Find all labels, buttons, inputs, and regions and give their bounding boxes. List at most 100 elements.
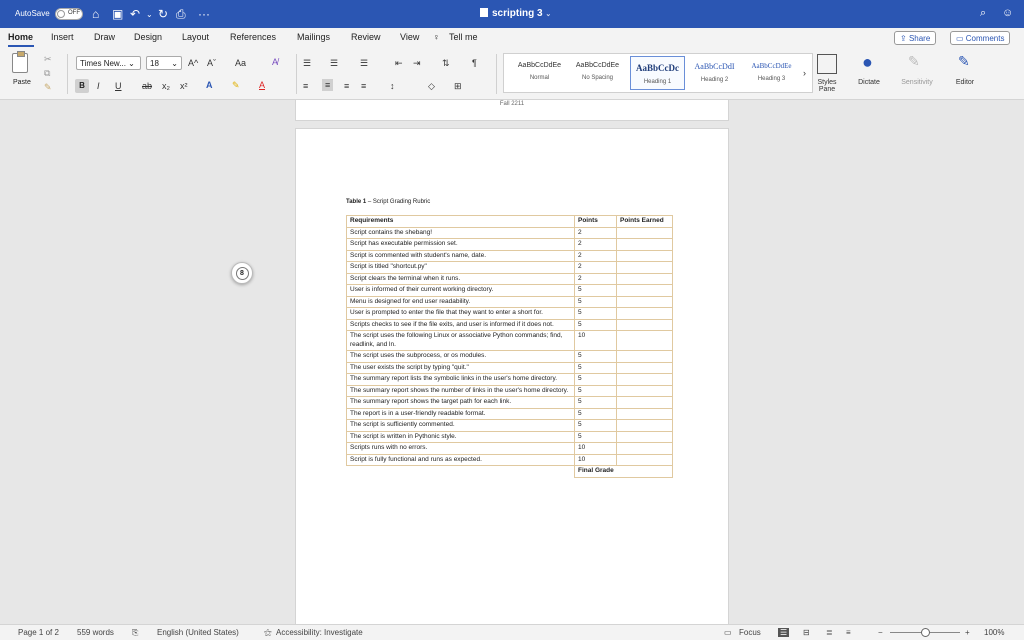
more-icon[interactable]: ··· — [198, 7, 210, 21]
points-cell[interactable]: 5 — [574, 307, 617, 320]
styles-pane-icon[interactable] — [817, 54, 837, 74]
style-no-spacing[interactable]: AaBbCcDdEe No Spacing — [570, 56, 625, 90]
points-earned-cell[interactable] — [616, 430, 673, 443]
points-earned-cell[interactable] — [616, 261, 673, 274]
requirement-cell[interactable]: Menu is designed for end user readabilit… — [346, 295, 575, 308]
points-cell[interactable]: 5 — [574, 419, 617, 432]
points-cell[interactable]: 10 — [574, 453, 617, 466]
subscript-button[interactable]: x₂ — [162, 81, 170, 91]
line-spacing-icon[interactable]: ↕ — [390, 81, 395, 91]
points-cell[interactable]: 5 — [574, 361, 617, 374]
print-layout-icon[interactable]: ☰ — [778, 628, 790, 637]
redo-icon[interactable]: ↻ — [158, 7, 168, 21]
points-earned-cell[interactable] — [616, 373, 673, 386]
comment-marker[interactable]: 8 — [231, 262, 253, 284]
requirement-cell[interactable]: Script is fully functional and runs as e… — [346, 453, 575, 466]
points-cell[interactable]: 10 — [574, 330, 617, 351]
tab-home[interactable]: Home — [8, 32, 33, 42]
requirement-cell[interactable]: Script clears the terminal when it runs. — [346, 272, 575, 285]
highlight-icon[interactable]: ✎ — [232, 80, 240, 91]
requirement-cell[interactable]: The script is written in Pythonic style. — [346, 430, 575, 443]
align-right-icon[interactable]: ≡ — [344, 81, 349, 91]
home-icon[interactable]: ⌂ — [92, 7, 99, 21]
requirement-cell[interactable]: User is informed of their current workin… — [346, 284, 575, 297]
tab-design[interactable]: Design — [134, 32, 162, 42]
points-earned-cell[interactable] — [616, 330, 673, 351]
points-earned-cell[interactable] — [616, 396, 673, 409]
page-count[interactable]: Page 1 of 2 — [18, 628, 59, 637]
zoom-in-button[interactable]: + — [965, 628, 970, 637]
account-icon[interactable]: ☺ — [1002, 7, 1013, 19]
points-earned-cell[interactable] — [616, 453, 673, 466]
undo-icon[interactable]: ↶ — [130, 7, 140, 21]
shrink-font-button[interactable]: Aˇ — [207, 58, 216, 68]
points-cell[interactable]: 5 — [574, 284, 617, 297]
numbering-icon[interactable]: ☰ — [330, 58, 338, 69]
requirement-cell[interactable]: Script is titled "shortcut.py" — [346, 261, 575, 274]
requirement-cell[interactable]: The user exists the script by typing "qu… — [346, 361, 575, 374]
word-count[interactable]: 559 words — [77, 628, 114, 637]
points-earned-cell[interactable] — [616, 407, 673, 420]
points-cell[interactable]: 5 — [574, 430, 617, 443]
format-painter-icon[interactable]: ✎ — [44, 82, 52, 93]
tab-draw[interactable]: Draw — [94, 32, 115, 42]
final-grade-label[interactable]: Final Grade — [574, 465, 673, 478]
font-color-icon[interactable]: A — [259, 80, 265, 90]
requirement-cell[interactable]: The summary report lists the symbolic li… — [346, 373, 575, 386]
points-cell[interactable]: 2 — [574, 261, 617, 274]
requirement-cell[interactable]: The script uses the subprocess, or os mo… — [346, 350, 575, 363]
style-heading-2[interactable]: AaBbCcDdI Heading 2 — [687, 56, 742, 90]
editor-icon[interactable]: ✎ — [958, 53, 970, 70]
increase-indent-icon[interactable]: ⇥ — [413, 58, 421, 69]
points-earned-cell[interactable] — [616, 272, 673, 285]
points-cell[interactable]: 5 — [574, 407, 617, 420]
share-button[interactable]: ⇪ Share — [894, 31, 937, 45]
points-cell[interactable]: 2 — [574, 238, 617, 251]
web-layout-icon[interactable]: ⊟ — [803, 628, 810, 637]
change-case-button[interactable]: Aa — [235, 58, 246, 68]
points-cell[interactable]: 5 — [574, 318, 617, 331]
language-indicator[interactable]: English (United States) — [157, 628, 239, 637]
editor-button[interactable]: Editor — [950, 79, 980, 86]
points-earned-cell[interactable] — [616, 249, 673, 262]
bullets-icon[interactable]: ☰ — [303, 58, 311, 69]
title-chevron-icon[interactable]: ⌄ — [545, 11, 551, 18]
focus-mode-button[interactable]: Focus — [739, 628, 761, 637]
strikethrough-button[interactable]: ab — [142, 81, 152, 91]
grow-font-button[interactable]: A^ — [188, 58, 198, 68]
points-cell[interactable]: 5 — [574, 373, 617, 386]
tell-me-icon[interactable]: ♀ — [433, 32, 440, 42]
points-cell[interactable]: 2 — [574, 249, 617, 262]
comments-button[interactable]: ▭ Comments — [950, 31, 1011, 45]
zoom-slider-handle[interactable] — [921, 628, 930, 637]
justify-icon[interactable]: ≡ — [361, 81, 366, 91]
tab-references[interactable]: References — [230, 32, 276, 42]
requirement-cell[interactable]: Script has executable permission set. — [346, 238, 575, 251]
points-earned-cell[interactable] — [616, 442, 673, 455]
tab-review[interactable]: Review — [351, 32, 381, 42]
points-earned-cell[interactable] — [616, 318, 673, 331]
tab-layout[interactable]: Layout — [182, 32, 209, 42]
font-name-select[interactable]: Times New... ⌄ — [76, 56, 141, 70]
points-earned-cell[interactable] — [616, 361, 673, 374]
multilevel-list-icon[interactable]: ☰ — [360, 58, 368, 69]
styles-expand-icon[interactable]: › — [803, 68, 806, 78]
outline-view-icon[interactable]: ≣ — [826, 628, 833, 637]
points-cell[interactable]: 5 — [574, 396, 617, 409]
requirement-cell[interactable]: User is prompted to enter the file that … — [346, 307, 575, 320]
zoom-out-button[interactable]: − — [878, 628, 883, 637]
borders-icon[interactable]: ⊞ — [454, 81, 462, 92]
font-size-select[interactable]: 18 ⌄ — [146, 56, 182, 70]
document-page[interactable]: Table 1 – Script Grading Rubric Requirem… — [295, 128, 729, 624]
undo-chevron-icon[interactable]: ⌄ — [146, 10, 153, 19]
align-center-icon[interactable]: ≡ — [322, 79, 334, 91]
italic-button[interactable]: I — [97, 81, 100, 91]
requirement-cell[interactable]: The summary report shows the number of l… — [346, 384, 575, 397]
points-cell[interactable]: 5 — [574, 295, 617, 308]
rubric-table[interactable]: Requirements Points Points Earned Script… — [346, 215, 673, 478]
search-icon[interactable]: ⌕ — [980, 7, 986, 20]
sort-icon[interactable]: ⇅ — [442, 58, 450, 69]
points-earned-cell[interactable] — [616, 419, 673, 432]
text-effects-icon[interactable]: A — [206, 80, 213, 90]
decrease-indent-icon[interactable]: ⇤ — [395, 58, 403, 69]
